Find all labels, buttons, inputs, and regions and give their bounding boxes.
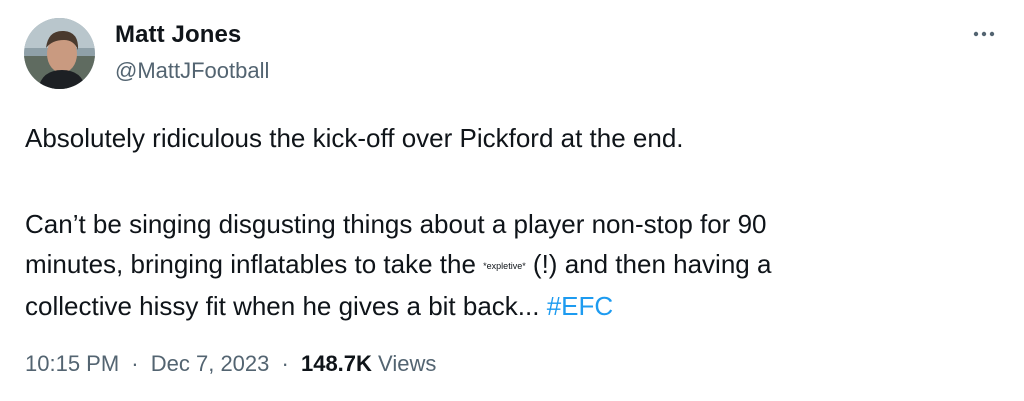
tweet-text-segment: (!) and then having a (525, 249, 772, 279)
author-handle[interactable]: @MattJFootball (115, 58, 269, 84)
paragraph-spacer (25, 158, 985, 204)
views-label: Views (378, 351, 437, 376)
tweet-card: Matt Jones @MattJFootball Absolutely rid… (0, 0, 1024, 401)
meta-separator: · (131, 351, 139, 376)
tweet-date[interactable]: Dec 7, 2023 (151, 351, 270, 376)
hashtag-link[interactable]: #EFC (547, 291, 613, 321)
meta-separator: · (281, 351, 289, 376)
tweet-line: Absolutely ridiculous the kick-off over … (25, 123, 684, 153)
tweet-text-segment: minutes, bringing inflatables to take th… (25, 249, 484, 279)
tweet-meta: 10:15 PM · Dec 7, 2023 · 148.7K Views (25, 351, 436, 377)
author-name[interactable]: Matt Jones (115, 21, 241, 49)
views-count[interactable]: 148.7K (301, 351, 372, 376)
tweet-time[interactable]: 10:15 PM (25, 351, 119, 376)
more-options-button[interactable] (970, 20, 998, 48)
expletive-marker: *expletive* (483, 261, 526, 271)
tweet-line: Can’t be singing disgusting things about… (25, 209, 767, 239)
avatar-image (24, 18, 95, 89)
more-horizontal-icon (973, 31, 995, 37)
avatar[interactable] (24, 18, 95, 89)
tweet-text-segment: collective hissy fit when he gives a bit… (25, 291, 547, 321)
tweet-line: collective hissy fit when he gives a bit… (25, 286, 985, 326)
tweet-text: Absolutely ridiculous the kick-off over … (25, 118, 985, 326)
tweet-line: minutes, bringing inflatables to take th… (25, 244, 985, 286)
